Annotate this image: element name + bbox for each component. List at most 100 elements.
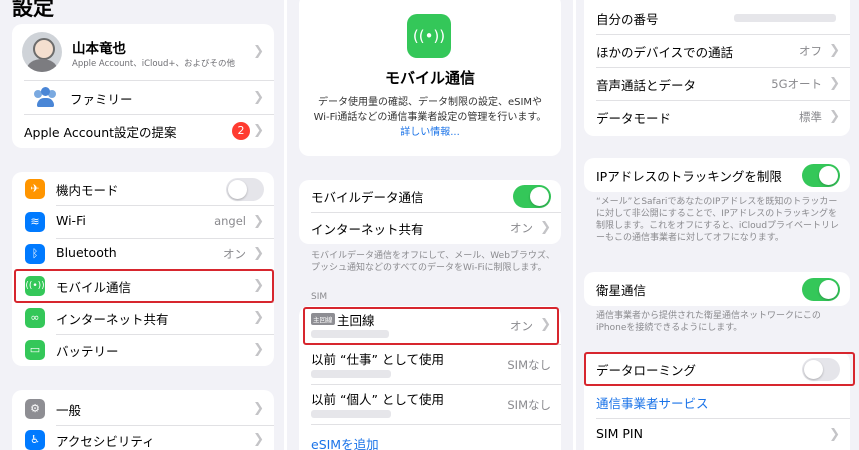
my-number-row[interactable]: 自分の番号 xyxy=(584,2,850,34)
accessibility-label: アクセシビリティ xyxy=(56,434,155,449)
chevron-right-icon: ❯ xyxy=(253,432,264,447)
ip-tracking-group: IPアドレスのトラッキングを制限 xyxy=(584,158,850,192)
bluetooth-icon: ᛒ xyxy=(25,244,45,264)
antenna-icon: ((•)) xyxy=(407,14,451,58)
highlight-box xyxy=(584,352,855,386)
carrier-services-row[interactable]: 通信事業者サービス xyxy=(584,386,850,418)
wifi-label: Wi-Fi xyxy=(56,213,86,228)
voice-data-value: 5Gオート xyxy=(771,77,822,91)
battery-row[interactable]: ▭ バッテリー ❯ xyxy=(12,334,274,366)
voice-data-row[interactable]: 音声通話とデータ 5Gオート ❯ xyxy=(584,68,850,100)
settings-list-panel: 設定 山本竜也 Apple Account、iCloud+、およびその他 ❯ フ… xyxy=(0,0,284,450)
line-settings-group: 自分の番号 ほかのデバイスでの通話 オフ ❯ 音声通話とデータ 5Gオート ❯ … xyxy=(584,0,850,136)
add-esim-link[interactable]: eSIMを追加 xyxy=(311,434,379,450)
description-text: データ使用量の確認、データ制限の設定、eSIMや Wi-Fi通話などの通信事業者… xyxy=(313,97,547,138)
chevron-right-icon: ❯ xyxy=(253,123,264,138)
chevron-right-icon: ❯ xyxy=(829,427,840,442)
mobile-details-panel: 自分の番号 ほかのデバイスでの通話 オフ ❯ 音声通話とデータ 5Gオート ❯ … xyxy=(576,0,859,450)
hotspot-label: インターネット共有 xyxy=(56,312,169,327)
calls-on-other-devices-label: ほかのデバイスでの通話 xyxy=(596,45,734,60)
wifi-icon: ≋ xyxy=(25,212,45,232)
bluetooth-row[interactable]: ᛒ Bluetooth オン ❯ xyxy=(12,238,274,270)
hotspot-label: インターネット共有 xyxy=(311,222,424,237)
hotspot-value: オン xyxy=(510,221,533,235)
chevron-right-icon: ❯ xyxy=(253,342,264,357)
calls-on-other-devices-value: オフ xyxy=(799,44,822,58)
former-personal-value: SIMなし xyxy=(507,398,551,412)
link-icon: ∞ xyxy=(25,308,45,328)
family-icon xyxy=(34,86,58,108)
ip-tracking-footer: “メール”とSafariであなたのIPアドレスを既知のトラッカーに対して非公開に… xyxy=(596,197,840,243)
chevron-right-icon: ❯ xyxy=(540,220,551,235)
battery-label: バッテリー xyxy=(56,344,119,359)
airplane-mode-toggle[interactable] xyxy=(226,178,264,201)
former-work-row[interactable]: 以前 “仕事” として使用 SIMなし xyxy=(299,345,561,383)
add-esim-row[interactable]: eSIMを追加 xyxy=(299,426,561,450)
learn-more-link[interactable]: 詳しい情報... xyxy=(400,127,460,138)
wifi-network-value: angel xyxy=(214,214,246,228)
mobile-data-row[interactable]: モバイルデータ通信 xyxy=(299,180,561,212)
notification-badge: 2 xyxy=(232,122,250,140)
account-suggestion-row[interactable]: Apple Account設定の提案 2 ❯ xyxy=(12,115,274,147)
chevron-right-icon: ❯ xyxy=(253,90,264,105)
data-mode-value: 標準 xyxy=(799,110,822,124)
mobile-data-label: モバイルデータ通信 xyxy=(311,190,424,205)
calls-on-other-devices-row[interactable]: ほかのデバイスでの通話 オフ ❯ xyxy=(584,35,850,67)
header-card: ((•)) モバイル通信 データ使用量の確認、データ制限の設定、eSIMや Wi… xyxy=(299,0,561,156)
wifi-row[interactable]: ≋ Wi-Fi angel ❯ xyxy=(12,206,274,238)
battery-icon: ▭ xyxy=(25,340,45,360)
profile-row[interactable]: 山本竜也 Apple Account、iCloud+、およびその他 ❯ xyxy=(12,24,274,80)
divider xyxy=(24,80,274,81)
highlight-box xyxy=(14,269,274,303)
profile-name: 山本竜也 xyxy=(72,41,126,57)
phone-number-redacted xyxy=(311,370,391,378)
chevron-right-icon: ❯ xyxy=(253,246,264,261)
ip-tracking-toggle[interactable] xyxy=(802,164,840,187)
general-label: 一般 xyxy=(56,403,82,418)
page-heading: モバイル通信 xyxy=(384,69,475,87)
account-group: 山本竜也 Apple Account、iCloud+、およびその他 ❯ ファミリ… xyxy=(12,24,274,148)
satellite-row[interactable]: 衛星通信 xyxy=(584,273,850,305)
my-number-label: 自分の番号 xyxy=(596,12,659,27)
mobile-data-group: モバイルデータ通信 インターネット共有 オン ❯ xyxy=(299,180,561,244)
data-mode-label: データモード xyxy=(596,111,672,126)
page-title: 設定 xyxy=(12,0,54,20)
chevron-right-icon: ❯ xyxy=(253,44,264,59)
satellite-toggle[interactable] xyxy=(802,278,840,301)
mobile-data-toggle[interactable] xyxy=(513,185,551,208)
data-mode-row[interactable]: データモード 標準 ❯ xyxy=(584,101,850,133)
satellite-footer: 通信事業者から提供された衛星通信ネットワークにこのiPhoneを接続できるように… xyxy=(596,311,821,333)
chevron-right-icon: ❯ xyxy=(829,76,840,91)
chevron-right-icon: ❯ xyxy=(253,310,264,325)
former-work-label: 以前 “仕事” として使用 xyxy=(311,352,445,367)
hotspot-row[interactable]: インターネット共有 オン ❯ xyxy=(299,212,561,244)
satellite-label: 衛星通信 xyxy=(596,283,647,298)
chevron-right-icon: ❯ xyxy=(253,401,264,416)
divider xyxy=(311,424,561,425)
chevron-right-icon: ❯ xyxy=(829,43,840,58)
airplane-mode-label: 機内モード xyxy=(56,183,119,198)
screenshot-composite: 設定 山本竜也 Apple Account、iCloud+、およびその他 ❯ フ… xyxy=(0,0,859,450)
phone-number-redacted xyxy=(311,410,391,418)
family-row[interactable]: ファミリー ❯ xyxy=(12,82,274,114)
former-personal-row[interactable]: 以前 “個人” として使用 SIMなし xyxy=(299,385,561,423)
avatar xyxy=(22,32,62,72)
chevron-right-icon: ❯ xyxy=(253,214,264,229)
accessibility-icon: ♿ xyxy=(25,430,45,450)
former-personal-label: 以前 “個人” として使用 xyxy=(311,392,445,407)
sim-pin-row[interactable]: SIM PIN ❯ xyxy=(584,419,850,450)
phone-number-redacted xyxy=(734,14,836,22)
bluetooth-value: オン xyxy=(223,247,246,261)
hotspot-row[interactable]: ∞ インターネット共有 ❯ xyxy=(12,302,274,334)
airplane-mode-row[interactable]: ✈ 機内モード xyxy=(12,173,274,205)
general-group: ⚙ 一般 ❯ ♿ アクセシビリティ ❯ xyxy=(12,390,274,450)
general-row[interactable]: ⚙ 一般 ❯ xyxy=(12,393,274,425)
ip-tracking-row[interactable]: IPアドレスのトラッキングを制限 xyxy=(584,159,850,191)
family-label: ファミリー xyxy=(70,92,133,107)
mobile-network-panel: ((•)) モバイル通信 データ使用量の確認、データ制限の設定、eSIMや Wi… xyxy=(287,0,573,450)
gear-icon: ⚙ xyxy=(25,399,45,419)
satellite-group: 衛星通信 xyxy=(584,272,850,306)
mobile-data-footer: モバイルデータ通信をオフにして、メール、Webブラウズ、プッシュ通知などのすべて… xyxy=(311,251,555,273)
accessibility-row[interactable]: ♿ アクセシビリティ ❯ xyxy=(12,424,274,450)
carrier-services-link[interactable]: 通信事業者サービス xyxy=(596,393,709,412)
